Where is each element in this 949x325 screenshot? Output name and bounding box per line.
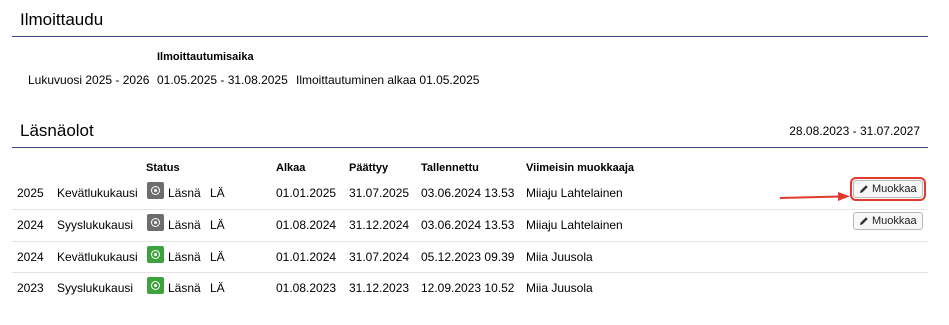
- header-editor: Viimeisin muokkaaja: [526, 162, 635, 174]
- pencil-icon: [860, 217, 868, 225]
- row-term: Syyslukukausi: [57, 281, 134, 295]
- row-end: 31.12.2023: [349, 281, 410, 295]
- attendance-title: Läsnäolot: [20, 121, 94, 140]
- radio-dot-icon: [147, 277, 164, 294]
- row-editor: Miia Juusola: [526, 281, 593, 295]
- row-saved: 12.09.2023 10.52: [421, 281, 515, 295]
- row-status-code: LÄ: [210, 281, 225, 295]
- row-end: 31.12.2024: [349, 218, 410, 232]
- row-year: 2024: [17, 250, 44, 264]
- row-status: Läsnä: [168, 218, 201, 232]
- row-saved: 03.06.2024 13.53: [421, 218, 515, 232]
- row-year: 2023: [17, 281, 44, 295]
- row-status-code: LÄ: [210, 250, 225, 264]
- registration-period: 01.05.2025 - 31.08.2025: [157, 73, 288, 87]
- header-status: Status: [146, 162, 180, 174]
- registration-divider: [12, 36, 928, 37]
- pencil-icon: [860, 185, 868, 193]
- row-editor: Miiaju Lahtelainen: [526, 186, 623, 200]
- row-saved: 03.06.2024 13.53: [421, 186, 515, 200]
- radio-dot-icon: [147, 214, 164, 231]
- row-year: 2025: [17, 186, 44, 200]
- row-status: Läsnä: [168, 250, 201, 264]
- attendance-divider: [12, 147, 928, 148]
- table-row: 2024 Syyslukukausi Läsnä LÄ 01.08.2024 31.12.…: [12, 209, 928, 240]
- row-end: 31.07.2025: [349, 186, 410, 200]
- row-start: 01.08.2023: [276, 281, 337, 295]
- edit-button-label: Muokkaa: [872, 215, 917, 227]
- row-status-code: LÄ: [210, 186, 225, 200]
- edit-button[interactable]: Muokkaa: [853, 212, 923, 230]
- row-year: 2024: [17, 218, 44, 232]
- table-row: 2024 Kevätlukukausi Läsnä LÄ 01.01.2024 31.07…: [12, 241, 928, 272]
- registration-title: Ilmoittaudu: [20, 10, 104, 29]
- row-term: Kevätlukukausi: [57, 250, 138, 264]
- header-start: Alkaa: [276, 162, 306, 174]
- arrow-right-icon: [780, 192, 850, 201]
- edit-button-label: Muokkaa: [872, 183, 917, 195]
- header-end: Päättyy: [349, 162, 389, 174]
- registration-year-label: Lukuvuosi 2025 - 2026: [28, 73, 150, 87]
- row-editor: Miiaju Lahtelainen: [526, 218, 623, 232]
- row-end: 31.07.2024: [349, 250, 410, 264]
- attendance-date-range: 28.08.2023 - 31.07.2027: [789, 124, 920, 138]
- table-row: 2023 Syyslukukausi Läsnä LÄ 01.08.2023 31.12.…: [12, 272, 928, 303]
- row-term: Syyslukukausi: [57, 218, 134, 232]
- registration-period-header: Ilmoittautumisaika: [157, 51, 254, 63]
- edit-button[interactable]: Muokkaa: [850, 177, 926, 201]
- row-status: Läsnä: [168, 186, 201, 200]
- radio-dot-icon: [147, 246, 164, 263]
- row-saved: 05.12.2023 09.39: [421, 250, 515, 264]
- row-start: 01.01.2025: [276, 186, 337, 200]
- row-term: Kevätlukukausi: [57, 186, 138, 200]
- row-editor: Miia Juusola: [526, 250, 593, 264]
- row-start: 01.01.2024: [276, 250, 337, 264]
- row-status-code: LÄ: [210, 218, 225, 232]
- row-start: 01.08.2024: [276, 218, 337, 232]
- header-saved: Tallennettu: [421, 162, 479, 174]
- row-status: Läsnä: [168, 281, 201, 295]
- radio-dot-icon: [147, 182, 164, 199]
- registration-note: Ilmoittautuminen alkaa 01.05.2025: [296, 73, 480, 87]
